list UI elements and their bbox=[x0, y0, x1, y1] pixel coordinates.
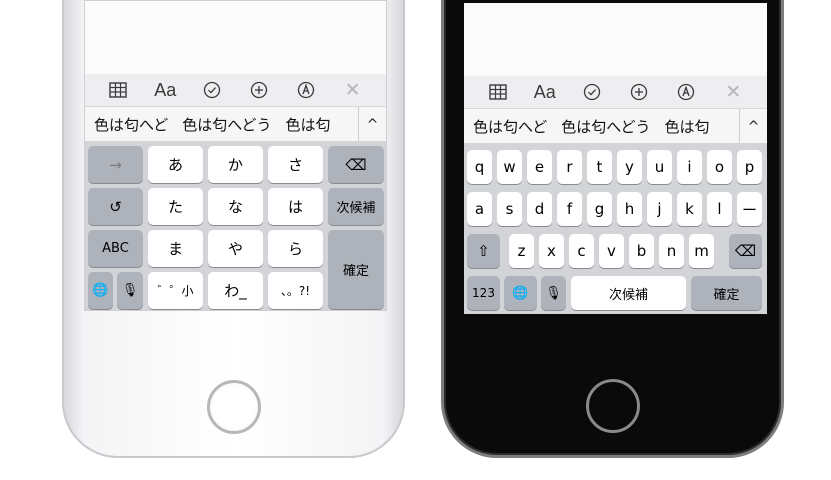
letter-key[interactable]: n bbox=[659, 234, 684, 268]
globe-icon[interactable]: 🌐 bbox=[88, 272, 113, 309]
qwerty-keyboard: q w e r t y u i o p a s d f g h j k l ー … bbox=[464, 143, 767, 314]
candidate-item[interactable]: 色は匂へど bbox=[473, 116, 547, 137]
letter-key[interactable]: h bbox=[617, 192, 642, 226]
space-next-candidate-key[interactable]: 次候補 bbox=[571, 276, 686, 310]
markup-icon[interactable] bbox=[292, 78, 320, 102]
candidate-item[interactable]: 色は匂へどう bbox=[561, 116, 650, 137]
abc-key[interactable]: ABC bbox=[88, 230, 143, 267]
arrow-right-key[interactable]: → bbox=[88, 146, 143, 183]
add-icon[interactable] bbox=[245, 78, 273, 102]
letter-key[interactable]: b bbox=[629, 234, 654, 268]
letter-key[interactable]: u bbox=[647, 150, 672, 184]
microphone-icon[interactable]: 🎙 bbox=[117, 272, 143, 309]
kana-key[interactable]: ら bbox=[268, 230, 323, 267]
globe-icon[interactable]: 🌐 bbox=[504, 276, 537, 310]
phone-silver: Aa ✕ 色は匂へど 色は匂へどう 色は匂 ^ → ↺ ABC 🌐 🎙 あ か … bbox=[62, 0, 405, 458]
screen-right: Aa ✕ 色は匂へど 色は匂へどう 色は匂 ^ q w e r t y u i … bbox=[464, 3, 767, 314]
kana-key[interactable]: あ bbox=[148, 146, 203, 183]
kana-key[interactable]: ま bbox=[148, 230, 203, 267]
kana-keyboard: → ↺ ABC 🌐 🎙 あ か さ た な は ま や ら ゛゜小 わ_ 、。?… bbox=[85, 141, 386, 310]
long-vowel-key[interactable]: ー bbox=[737, 192, 762, 226]
letter-key[interactable]: z bbox=[509, 234, 534, 268]
letter-key[interactable]: s bbox=[497, 192, 522, 226]
letter-key[interactable]: p bbox=[737, 150, 762, 184]
table-icon[interactable] bbox=[484, 80, 512, 104]
note-text-area[interactable] bbox=[464, 3, 767, 76]
checklist-icon[interactable] bbox=[198, 78, 226, 102]
checklist-icon[interactable] bbox=[578, 80, 606, 104]
home-button[interactable] bbox=[206, 380, 261, 434]
letter-key[interactable]: c bbox=[569, 234, 594, 268]
letter-key[interactable]: v bbox=[599, 234, 624, 268]
delete-icon[interactable]: ⌫ bbox=[328, 146, 384, 183]
letter-key[interactable]: m bbox=[689, 234, 714, 268]
next-candidate-key[interactable]: 次候補 bbox=[328, 188, 384, 225]
candidate-bar: 色は匂へど 色は匂へどう 色は匂 ^ bbox=[464, 108, 767, 143]
letter-key[interactable]: g bbox=[587, 192, 612, 226]
screen-left: Aa ✕ 色は匂へど 色は匂へどう 色は匂 ^ → ↺ ABC 🌐 🎙 あ か … bbox=[84, 0, 387, 311]
letter-key[interactable]: e bbox=[527, 150, 552, 184]
kana-key[interactable]: や bbox=[208, 230, 263, 267]
kana-key[interactable]: さ bbox=[268, 146, 323, 183]
letter-key[interactable]: l bbox=[707, 192, 732, 226]
candidate-item[interactable]: 色は匂 bbox=[286, 114, 332, 135]
letter-key[interactable]: i bbox=[677, 150, 702, 184]
candidate-item[interactable]: 色は匂 bbox=[665, 116, 711, 137]
dakuten-key[interactable]: ゛゜小 bbox=[148, 272, 203, 309]
microphone-icon[interactable]: 🎙 bbox=[541, 276, 566, 310]
kana-key[interactable]: か bbox=[208, 146, 263, 183]
kana-key[interactable]: た bbox=[148, 188, 203, 225]
confirm-key[interactable]: 確定 bbox=[691, 276, 762, 310]
home-button[interactable] bbox=[585, 379, 640, 433]
candidate-bar: 色は匂へど 色は匂へどう 色は匂 ^ bbox=[85, 106, 386, 141]
letter-key[interactable]: w bbox=[497, 150, 522, 184]
letter-key[interactable]: x bbox=[539, 234, 564, 268]
kana-key[interactable]: は bbox=[268, 188, 323, 225]
undo-key[interactable]: ↺ bbox=[88, 188, 143, 225]
letter-key[interactable]: t bbox=[587, 150, 612, 184]
notes-toolbar: Aa ✕ bbox=[464, 76, 767, 108]
candidate-item[interactable]: 色は匂へど bbox=[94, 114, 168, 135]
letter-key[interactable]: d bbox=[527, 192, 552, 226]
table-icon[interactable] bbox=[104, 78, 132, 102]
letter-key[interactable]: q bbox=[467, 150, 492, 184]
markup-icon[interactable] bbox=[672, 80, 700, 104]
chevron-up-icon[interactable]: ^ bbox=[358, 107, 386, 141]
letter-key[interactable]: o bbox=[707, 150, 732, 184]
note-text-area[interactable] bbox=[85, 1, 386, 74]
letter-key[interactable]: f bbox=[557, 192, 582, 226]
format-icon[interactable]: Aa bbox=[151, 78, 179, 102]
kana-key[interactable]: わ_ bbox=[208, 272, 263, 309]
shift-icon[interactable]: ⇧ bbox=[467, 234, 500, 268]
delete-icon[interactable]: ⌫ bbox=[729, 234, 762, 268]
add-icon[interactable] bbox=[625, 80, 653, 104]
close-icon[interactable]: ✕ bbox=[719, 80, 747, 104]
phone-space-gray: Aa ✕ 色は匂へど 色は匂へどう 色は匂 ^ q w e r t y u i … bbox=[441, 0, 784, 458]
format-icon[interactable]: Aa bbox=[531, 80, 559, 104]
confirm-key[interactable]: 確定 bbox=[328, 230, 384, 309]
letter-key[interactable]: r bbox=[557, 150, 582, 184]
close-icon[interactable]: ✕ bbox=[339, 78, 367, 102]
kana-key[interactable]: な bbox=[208, 188, 263, 225]
chevron-up-icon[interactable]: ^ bbox=[739, 109, 767, 143]
letter-key[interactable]: k bbox=[677, 192, 702, 226]
letter-key[interactable]: a bbox=[467, 192, 492, 226]
punctuation-key[interactable]: 、。?! bbox=[268, 272, 323, 309]
letter-key[interactable]: j bbox=[647, 192, 672, 226]
candidate-item[interactable]: 色は匂へどう bbox=[182, 114, 271, 135]
notes-toolbar: Aa ✕ bbox=[85, 74, 386, 106]
letter-key[interactable]: y bbox=[617, 150, 642, 184]
numbers-key[interactable]: 123 bbox=[467, 276, 500, 310]
